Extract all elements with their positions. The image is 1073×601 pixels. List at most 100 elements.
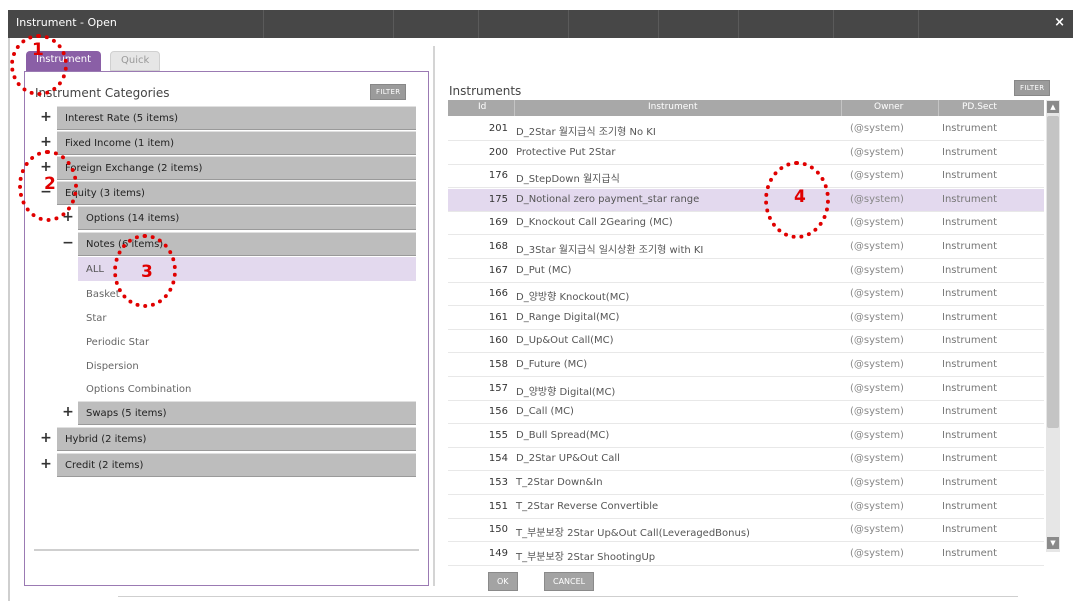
table-row[interactable]: 168 D_3Star 월지급식 일시상환 조기형 with KI (@system… [448, 236, 1044, 259]
table-row[interactable]: 201 D_2Star 월지급식 조기형 No KI (@system) Instru… [448, 118, 1044, 141]
row-id: 176 [488, 170, 508, 181]
annotation-callout-1: 1 [10, 34, 68, 96]
table-row[interactable]: 149 T_부분보장 2Star ShootingUp (@system) Instr… [448, 543, 1044, 566]
tree-item-swaps[interactable]: Swaps (5 items) [78, 401, 416, 425]
tree-leaf-star[interactable]: Star [78, 306, 416, 330]
tree-item-credit[interactable]: Credit (2 items) [57, 453, 416, 477]
row-pd-sect: Instrument [942, 524, 998, 535]
bottom-divider [118, 596, 1018, 597]
table-row[interactable]: 166 D_양방향 Knockout(MC) (@system) Instrument [448, 283, 1044, 306]
column-header-instrument[interactable]: Instrument [648, 102, 698, 112]
panel-divider[interactable] [433, 46, 435, 586]
row-instrument-name: T_부분보장 2Star ShootingUp [516, 552, 656, 563]
table-row[interactable]: 153 T_2Star Down&In (@system) Instrument [448, 472, 1044, 495]
row-owner: (@system) [850, 217, 904, 228]
table-row[interactable]: 200 Protective Put 2Star (@system) Instrume… [448, 142, 1044, 165]
instruments-filter-button[interactable]: FILTER [1014, 80, 1051, 96]
ok-button[interactable]: OK [488, 572, 518, 591]
table-row[interactable]: 158 D_Future (MC) (@system) Instrument [448, 354, 1044, 377]
tree-leaf-dispersion[interactable]: Dispersion [78, 354, 416, 378]
row-id: 150 [488, 524, 508, 535]
column-header-owner[interactable]: Owner [874, 102, 903, 112]
horizontal-scrollbar[interactable] [34, 549, 419, 551]
column-header-id[interactable]: Id [478, 102, 486, 112]
scroll-up-icon[interactable]: ▲ [1047, 101, 1059, 113]
title-bar-segment [918, 10, 919, 38]
table-row[interactable]: 161 D_Range Digital(MC) (@system) Instrumen… [448, 307, 1044, 330]
tree-leaf-options-combination[interactable]: Options Combination [78, 377, 416, 401]
tree-item-foreign-exchange[interactable]: Foreign Exchange (2 items) [57, 156, 416, 180]
tree-item-hybrid[interactable]: Hybrid (2 items) [57, 427, 416, 451]
column-separator[interactable] [514, 100, 515, 116]
column-separator[interactable] [938, 100, 939, 116]
row-owner: (@system) [850, 194, 904, 205]
table-row[interactable]: 160 D_Up&Out Call(MC) (@system) Instrument [448, 330, 1044, 353]
table-row[interactable]: 155 D_Bull Spread(MC) (@system) Instrument [448, 425, 1044, 448]
table-row[interactable]: 150 T_부분보장 2Star Up&Out Call(LeveragedBon… [448, 519, 1044, 542]
row-owner: (@system) [850, 288, 904, 299]
row-pd-sect: Instrument [942, 312, 998, 323]
scrollbar-thumb[interactable] [1047, 116, 1059, 428]
annotation-number: 4 [794, 187, 806, 207]
instruments-heading: Instruments [449, 84, 522, 98]
table-row[interactable]: 176 D_StepDown 월지급식 (@system) Instrument [448, 165, 1044, 188]
table-row[interactable]: 154 D_2Star UP&Out Call (@system) Instrumen… [448, 448, 1044, 471]
expand-icon[interactable]: + [40, 457, 52, 471]
vertical-scrollbar[interactable]: ▲ ▼ [1046, 100, 1060, 552]
table-row[interactable]: 167 D_Put (MC) (@system) Instrument [448, 260, 1044, 283]
tree-item-fixed-income[interactable]: Fixed Income (1 item) [57, 131, 416, 155]
table-row[interactable]: 157 D_양방향 Digital(MC) (@system) Instrument [448, 378, 1044, 401]
row-instrument-name: D_Range Digital(MC) [516, 312, 620, 323]
annotation-number: 1 [32, 40, 44, 60]
table-row[interactable]: 151 T_2Star Reverse Convertible (@system) I… [448, 496, 1044, 519]
row-id: 156 [488, 406, 508, 417]
row-id: 168 [488, 241, 508, 252]
expand-icon[interactable]: + [62, 405, 74, 419]
row-owner: (@system) [850, 477, 904, 488]
annotation-number: 2 [44, 174, 56, 194]
tab-quick[interactable]: Quick [110, 51, 161, 71]
column-separator[interactable] [841, 100, 842, 116]
column-header-pd-sect[interactable]: PD.Sect [962, 102, 997, 112]
collapse-icon[interactable]: − [62, 236, 74, 250]
tree-item-interest-rate[interactable]: Interest Rate (5 items) [57, 106, 416, 130]
annotation-callout-2: 2 [18, 150, 78, 222]
row-owner: (@system) [850, 406, 904, 417]
row-pd-sect: Instrument [942, 430, 998, 441]
row-id: 157 [488, 383, 508, 394]
row-pd-sect: Instrument [942, 147, 998, 158]
row-instrument-name: D_Up&Out Call(MC) [516, 335, 614, 346]
row-instrument-name: D_양방향 Digital(MC) [516, 387, 616, 398]
window-title: Instrument - Open [16, 16, 117, 29]
expand-icon[interactable]: + [40, 135, 52, 149]
row-owner: (@system) [850, 335, 904, 346]
row-owner: (@system) [850, 359, 904, 370]
row-owner: (@system) [850, 501, 904, 512]
row-pd-sect: Instrument [942, 359, 998, 370]
row-id: 161 [488, 312, 508, 323]
window-left-border [8, 38, 10, 601]
table-row[interactable]: 175 D_Notional zero payment_star range (@s… [448, 189, 1044, 212]
row-instrument-name: D_Notional zero payment_star range [516, 194, 700, 205]
table-row[interactable]: 169 D_Knockout Call 2Gearing (MC) (@system… [448, 212, 1044, 235]
row-owner: (@system) [850, 453, 904, 464]
expand-icon[interactable]: + [40, 110, 52, 124]
tree-leaf-periodic-star[interactable]: Periodic Star [78, 330, 416, 354]
categories-filter-button[interactable]: FILTER [370, 84, 407, 100]
expand-icon[interactable]: + [40, 431, 52, 445]
row-owner: (@system) [850, 548, 904, 559]
cancel-button[interactable]: CANCEL [544, 572, 595, 591]
row-id: 169 [488, 217, 508, 228]
row-instrument-name: D_Future (MC) [516, 359, 588, 370]
tree-item-equity[interactable]: Equity (3 items) [57, 181, 416, 205]
row-id: 167 [488, 265, 508, 276]
row-id: 160 [488, 335, 508, 346]
tree-item-options[interactable]: Options (14 items) [78, 206, 416, 230]
scroll-down-icon[interactable]: ▼ [1047, 537, 1059, 549]
row-pd-sect: Instrument [942, 241, 998, 252]
row-owner: (@system) [850, 312, 904, 323]
table-row[interactable]: 156 D_Call (MC) (@system) Instrument [448, 401, 1044, 424]
row-owner: (@system) [850, 123, 904, 134]
grid-header: Id Instrument Owner PD.Sect [448, 100, 1044, 116]
close-icon[interactable]: × [1054, 15, 1065, 30]
